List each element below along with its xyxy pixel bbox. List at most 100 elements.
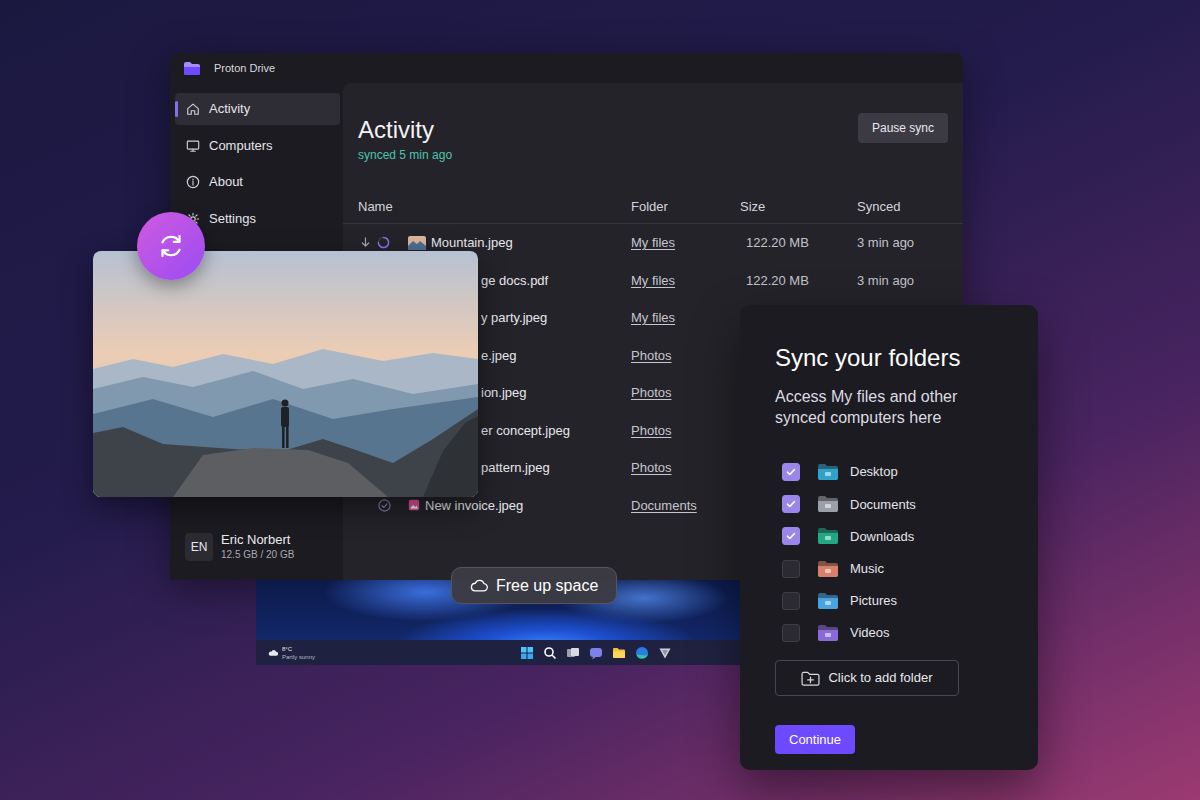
file-size: 122.20 MB bbox=[746, 273, 809, 288]
task-view-icon bbox=[566, 646, 580, 660]
folder-label[interactable]: Downloads bbox=[850, 527, 914, 547]
folder-link[interactable]: Photos bbox=[631, 423, 671, 438]
folder-checkbox[interactable] bbox=[782, 495, 800, 513]
name-cell: Mountain.jpeg bbox=[358, 233, 631, 253]
taskbar: 8°CPartly sunny bbox=[256, 640, 740, 665]
temperature: 8°C bbox=[282, 645, 315, 653]
sidebar-item[interactable]: Computers bbox=[175, 130, 340, 162]
folder-link[interactable]: My files bbox=[631, 273, 675, 288]
image-file-icon bbox=[408, 499, 420, 511]
info-icon bbox=[186, 175, 200, 189]
home-icon bbox=[186, 102, 200, 116]
folder-checkbox[interactable] bbox=[782, 624, 800, 642]
check-circle-icon bbox=[378, 499, 391, 512]
folder-cell: My files bbox=[631, 233, 740, 253]
folder-label[interactable]: Desktop bbox=[850, 462, 898, 482]
sidebar-item-label[interactable]: Activity bbox=[209, 99, 250, 119]
folder-option[interactable]: Documents bbox=[782, 488, 916, 520]
sidebar-item[interactable]: Activity bbox=[175, 93, 340, 125]
file-name[interactable]: ge docs.pdf bbox=[481, 271, 548, 291]
user-avatar[interactable]: EN bbox=[185, 533, 213, 561]
column-header-label[interactable]: Name bbox=[358, 199, 393, 214]
column-header[interactable]: Synced bbox=[857, 197, 963, 217]
folder-checkbox[interactable] bbox=[782, 463, 800, 481]
folder-link[interactable]: Photos bbox=[631, 460, 671, 475]
column-header-label[interactable]: Size bbox=[740, 199, 765, 214]
folder-link[interactable]: Photos bbox=[631, 385, 671, 400]
free-up-space-label[interactable]: Free up space bbox=[496, 574, 598, 598]
activity-title-block: Activitysynced 5 min ago bbox=[358, 115, 452, 163]
user-account[interactable]: EN Eric Norbert12.5 GB / 20 GB bbox=[175, 532, 340, 580]
proton-vpn-icon bbox=[658, 646, 672, 660]
column-header[interactable]: Name bbox=[358, 197, 631, 217]
user-name: Eric Norbert bbox=[221, 532, 294, 548]
folder-link[interactable]: Photos bbox=[631, 348, 671, 363]
file-name[interactable]: ion.jpeg bbox=[481, 383, 527, 403]
size-cell: 122.20 MB bbox=[740, 271, 857, 291]
sidebar-item-label[interactable]: Computers bbox=[209, 136, 273, 156]
sidebar-item-label[interactable]: Settings bbox=[209, 209, 256, 229]
add-folder-icon bbox=[801, 671, 820, 686]
synced-time: 3 min ago bbox=[857, 235, 914, 250]
folder-icon bbox=[818, 528, 838, 544]
synced-cell: 3 min ago bbox=[857, 271, 948, 291]
file-explorer-icon bbox=[612, 646, 626, 660]
window-title: Proton Drive bbox=[214, 60, 275, 77]
folder-link[interactable]: My files bbox=[631, 310, 675, 325]
folder-option[interactable]: Music bbox=[782, 553, 916, 585]
weather-widget[interactable]: 8°CPartly sunny bbox=[268, 645, 520, 661]
continue-button[interactable]: Continue bbox=[775, 725, 855, 754]
start-icon bbox=[520, 646, 534, 660]
column-header-label[interactable]: Synced bbox=[857, 199, 900, 214]
folder-option[interactable]: Pictures bbox=[782, 585, 916, 617]
taskbar-icons bbox=[520, 646, 672, 660]
search-icon bbox=[543, 646, 557, 660]
add-folder-button[interactable]: Click to add folder bbox=[775, 660, 959, 696]
folder-icon bbox=[818, 625, 838, 641]
folder-label[interactable]: Pictures bbox=[850, 591, 897, 611]
file-name[interactable]: Mountain.jpeg bbox=[431, 233, 513, 253]
column-header[interactable]: Size bbox=[740, 197, 857, 217]
folder-cell: Documents bbox=[631, 496, 740, 516]
folder-checkbox[interactable] bbox=[782, 527, 800, 545]
download-arrow-icon bbox=[360, 237, 371, 248]
folder-checkbox[interactable] bbox=[782, 560, 800, 578]
file-name[interactable]: e.jpeg bbox=[481, 346, 516, 366]
file-name[interactable]: er concept.jpeg bbox=[481, 421, 570, 441]
folder-list: Desktop Documents Downloads Music Pictures Vi… bbox=[775, 456, 916, 649]
folder-cell: Photos bbox=[631, 346, 740, 366]
sidebar-item-label[interactable]: About bbox=[209, 172, 243, 192]
folder-cell: Photos bbox=[631, 383, 740, 403]
table-header: Name Folder Size Synced bbox=[343, 190, 963, 224]
folder-link[interactable]: My files bbox=[631, 235, 675, 250]
file-name[interactable]: pattern.jpeg bbox=[481, 458, 550, 478]
file-size: 122.20 MB bbox=[746, 235, 809, 250]
folder-option[interactable]: Desktop bbox=[782, 456, 916, 488]
free-up-space-button[interactable]: Free up space bbox=[451, 567, 617, 604]
size-cell: 122.20 MB bbox=[740, 233, 857, 253]
column-header-label[interactable]: Folder bbox=[631, 199, 668, 214]
add-folder-label[interactable]: Click to add folder bbox=[828, 668, 932, 688]
pause-sync-button[interactable]: Pause sync bbox=[858, 113, 948, 143]
file-name[interactable]: y party.jpeg bbox=[481, 308, 547, 328]
folder-link[interactable]: Documents bbox=[631, 498, 697, 513]
sidebar-item[interactable]: About bbox=[175, 166, 340, 198]
folder-option[interactable]: Downloads bbox=[782, 520, 916, 552]
user-info: Eric Norbert12.5 GB / 20 GB bbox=[221, 532, 294, 561]
folder-checkbox[interactable] bbox=[782, 592, 800, 610]
column-header[interactable]: Folder bbox=[631, 197, 740, 217]
folder-cell: Photos bbox=[631, 458, 740, 478]
file-name[interactable]: New invoice.jpeg bbox=[425, 496, 523, 516]
activity-header: Activitysynced 5 min ago Pause sync bbox=[358, 115, 948, 163]
synced-cell: 3 min ago bbox=[857, 233, 948, 253]
folder-label[interactable]: Documents bbox=[850, 495, 916, 515]
sync-status-text: synced 5 min ago bbox=[358, 147, 452, 163]
folder-cell: Photos bbox=[631, 421, 740, 441]
folder-icon bbox=[818, 561, 838, 577]
sync-button[interactable] bbox=[137, 212, 205, 280]
folder-icon bbox=[818, 496, 838, 512]
folder-label[interactable]: Music bbox=[850, 559, 884, 579]
folder-label[interactable]: Videos bbox=[850, 623, 890, 643]
image-thumbnail-icon bbox=[408, 236, 426, 250]
folder-option[interactable]: Videos bbox=[782, 617, 916, 649]
